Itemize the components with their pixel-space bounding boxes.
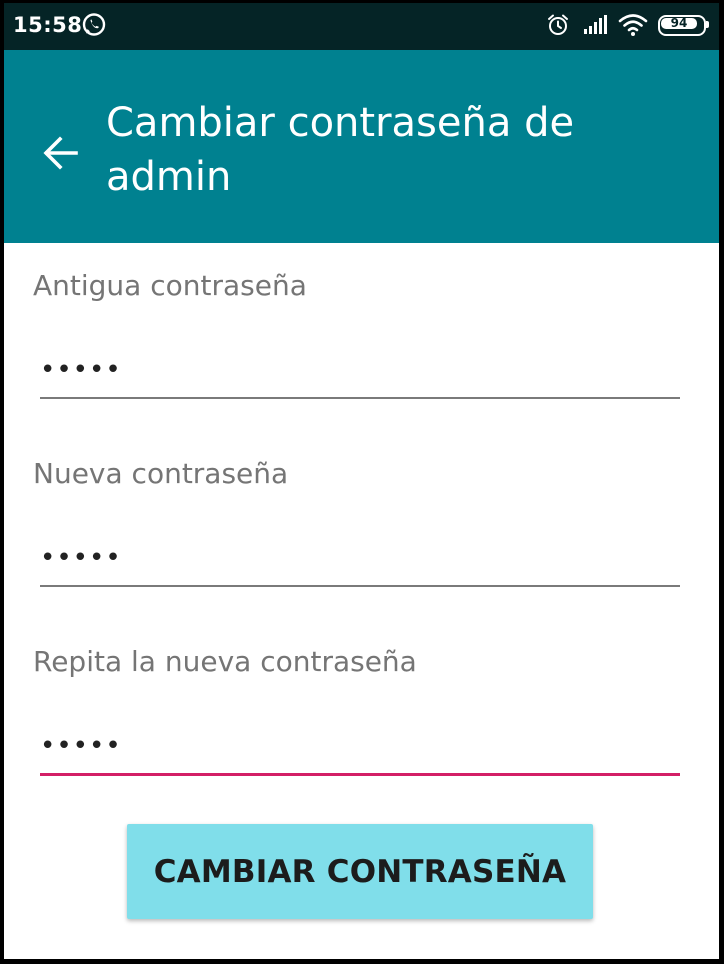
alarm-icon xyxy=(548,14,568,35)
battery-icon: 94 xyxy=(658,15,710,36)
repeat-password-input[interactable] xyxy=(40,722,680,770)
status-bar: 15:58 94 xyxy=(4,3,719,50)
repeat-password-underline xyxy=(40,773,680,776)
arrow-left-icon xyxy=(43,136,78,170)
old-password-underline xyxy=(40,397,680,399)
status-time: 15:58 xyxy=(13,13,83,37)
repeat-password-label: Repita la nueva contraseña xyxy=(33,645,417,678)
change-password-button[interactable]: CAMBIAR CONTRASEÑA xyxy=(127,824,593,919)
new-password-underline xyxy=(40,585,680,587)
screen: 15:58 94 Cambiar contraseña de admin Ant… xyxy=(4,3,719,959)
battery-level: 94 xyxy=(670,16,688,30)
app-bar: Cambiar contraseña de admin xyxy=(4,50,719,243)
page-title: Cambiar contraseña de admin xyxy=(106,100,575,200)
signal-icon xyxy=(584,15,607,34)
old-password-label: Antigua contraseña xyxy=(33,269,307,302)
new-password-label: Nueva contraseña xyxy=(33,457,289,490)
old-password-input[interactable] xyxy=(40,346,680,394)
new-password-input[interactable] xyxy=(40,534,680,582)
wifi-icon xyxy=(618,14,648,36)
whatsapp-icon xyxy=(82,13,106,36)
back-button[interactable] xyxy=(32,125,88,181)
